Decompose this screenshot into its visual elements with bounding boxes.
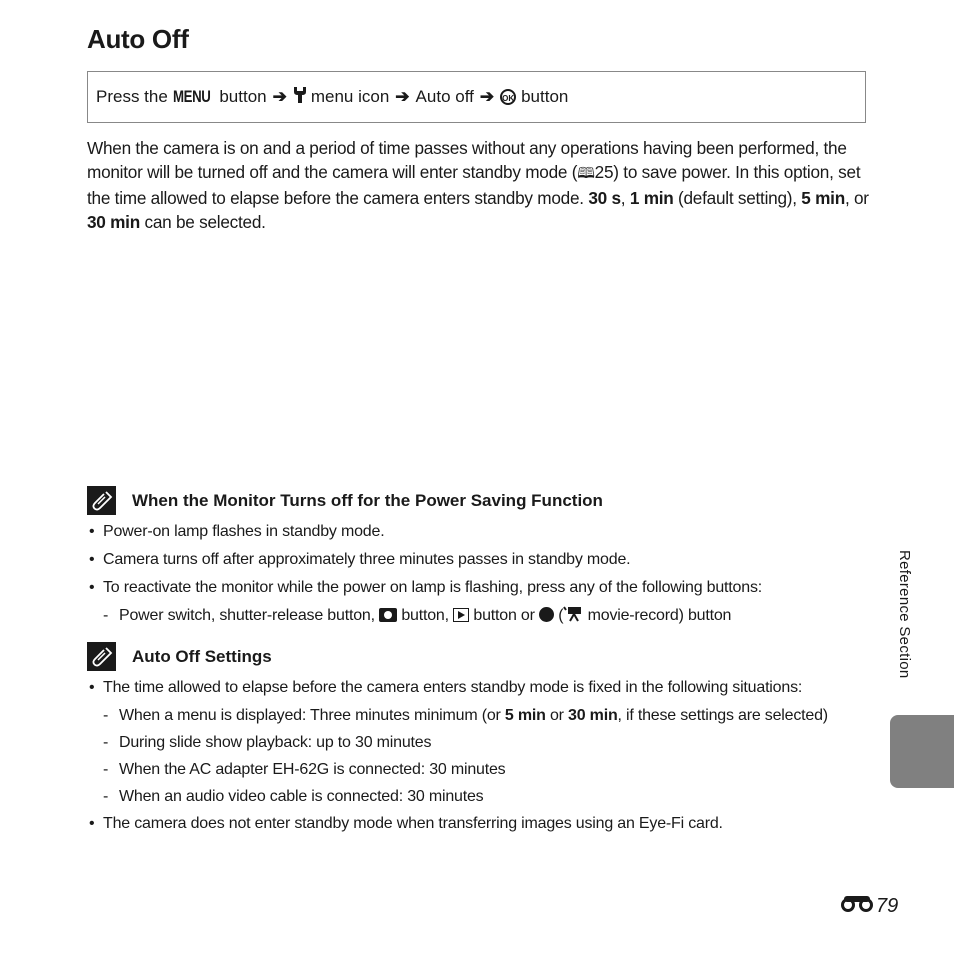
playback-icon <box>453 608 470 622</box>
nav-step-3: Auto off <box>415 87 474 106</box>
section-tab <box>890 715 954 788</box>
note-pencil-icon <box>87 642 116 671</box>
list-item: Power-on lamp flashes in standby mode. <box>87 520 867 544</box>
option-5min: 5 min <box>801 188 845 208</box>
arrow-icon: ➔ <box>395 87 410 106</box>
list-item: Camera turns off after approximately thr… <box>87 548 867 572</box>
page-number: 79 <box>840 894 898 918</box>
camera-icon <box>379 608 398 622</box>
record-icon <box>538 607 554 622</box>
intro-text: (default setting), <box>673 188 802 208</box>
subitem-text: button, <box>401 607 449 624</box>
note-heading-settings: Auto Off Settings <box>87 642 272 671</box>
subitem-text: button or <box>473 607 535 624</box>
nav-prefix: Press the <box>96 87 168 106</box>
arrow-icon: ➔ <box>479 87 495 106</box>
subitem-text: movie-record) button <box>587 607 732 624</box>
option-5min: 5 min <box>504 707 546 724</box>
arrow-icon: ➔ <box>272 87 287 106</box>
page-reference: 25 <box>594 162 614 182</box>
ok-button-icon: OK <box>500 89 517 105</box>
list-item: To reactivate the monitor while the powe… <box>87 576 867 600</box>
option-30s: 30 s <box>588 188 621 208</box>
section-label: Reference Section <box>896 550 913 679</box>
list-item: The time allowed to elapse before the ca… <box>87 676 867 700</box>
page-title: Auto Off <box>87 24 189 54</box>
menu-button-label: MENU <box>172 87 211 106</box>
intro-paragraph: When the camera is on and a period of ti… <box>87 136 877 234</box>
option-30min: 30 min <box>87 212 140 232</box>
subitem-text: When a menu is displayed: Three minutes … <box>119 707 505 724</box>
note-heading-monitor: When the Monitor Turns off for the Power… <box>87 486 603 515</box>
list-subitem: When the AC adapter EH-62G is connected:… <box>87 758 867 782</box>
option-30min: 30 min <box>568 707 618 724</box>
book-icon: 🕮 <box>577 165 595 182</box>
intro-text: can be selected. <box>139 212 266 232</box>
intro-text: , or <box>844 188 869 208</box>
subitem-text: Power switch, shutter-release button, <box>119 607 375 624</box>
menu-path-box: Press the MENU button ➔ menu icon ➔ Auto… <box>87 71 866 123</box>
list-subitem: During slide show playback: up to 30 min… <box>87 731 867 755</box>
note-title: When the Monitor Turns off for the Power… <box>132 490 603 510</box>
list-subitem: When a menu is displayed: Three minutes … <box>87 704 867 728</box>
list-item: The camera does not enter standby mode w… <box>87 812 867 836</box>
note-pencil-icon <box>87 486 116 515</box>
note-monitor-list: Power-on lamp flashes in standby mode. C… <box>87 520 867 631</box>
separator: , <box>620 188 630 208</box>
wrench-icon <box>293 86 307 109</box>
list-subitem: When an audio video cable is connected: … <box>87 785 867 809</box>
list-subitem: Power switch, shutter-release button, bu… <box>87 604 867 628</box>
subitem-text: or <box>545 707 569 724</box>
note-settings-list: The time allowed to elapse before the ca… <box>87 676 867 840</box>
nav-step-4: button <box>521 87 569 106</box>
subitem-text: , if these settings are selected) <box>617 707 829 724</box>
reference-binoculars-icon <box>840 894 876 918</box>
page-number-text: 79 <box>876 894 899 917</box>
option-1min: 1 min <box>629 188 674 208</box>
nav-step-1: button <box>219 87 267 106</box>
nav-step-2: menu icon <box>310 87 390 106</box>
movie-camera-icon <box>563 606 583 624</box>
note-title: Auto Off Settings <box>132 646 272 666</box>
